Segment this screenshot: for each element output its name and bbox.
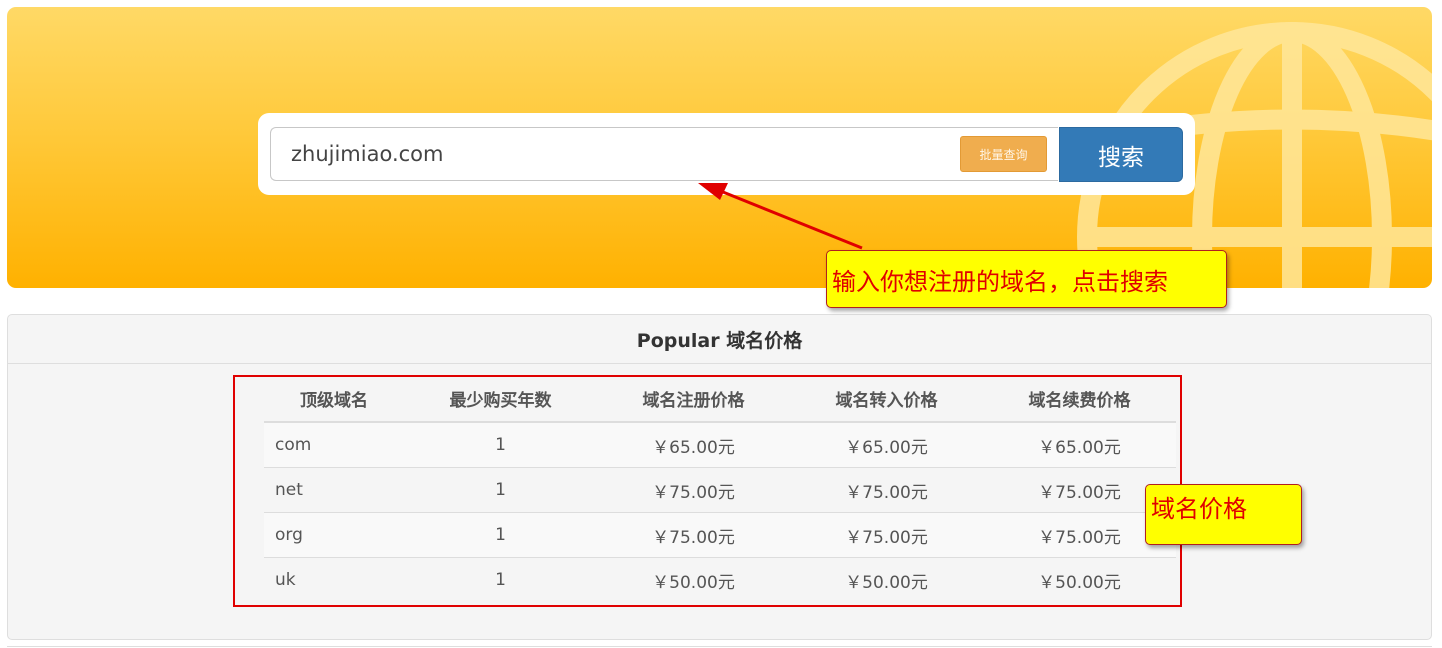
batch-query-button[interactable]: 批量查询 xyxy=(960,136,1047,172)
search-box: 批量查询 搜索 xyxy=(258,113,1195,195)
search-annotation-callout: 输入你想注册的域名，点击搜索 xyxy=(826,250,1227,308)
divider xyxy=(7,646,1432,647)
search-button[interactable]: 搜索 xyxy=(1059,127,1183,182)
table-highlight-frame xyxy=(233,375,1182,607)
domain-search-input[interactable] xyxy=(270,127,1058,181)
table-annotation-callout: 域名价格 xyxy=(1145,484,1302,545)
hero-banner: 批量查询 搜索 xyxy=(7,7,1432,288)
panel-title: Popular 域名价格 xyxy=(8,315,1431,364)
